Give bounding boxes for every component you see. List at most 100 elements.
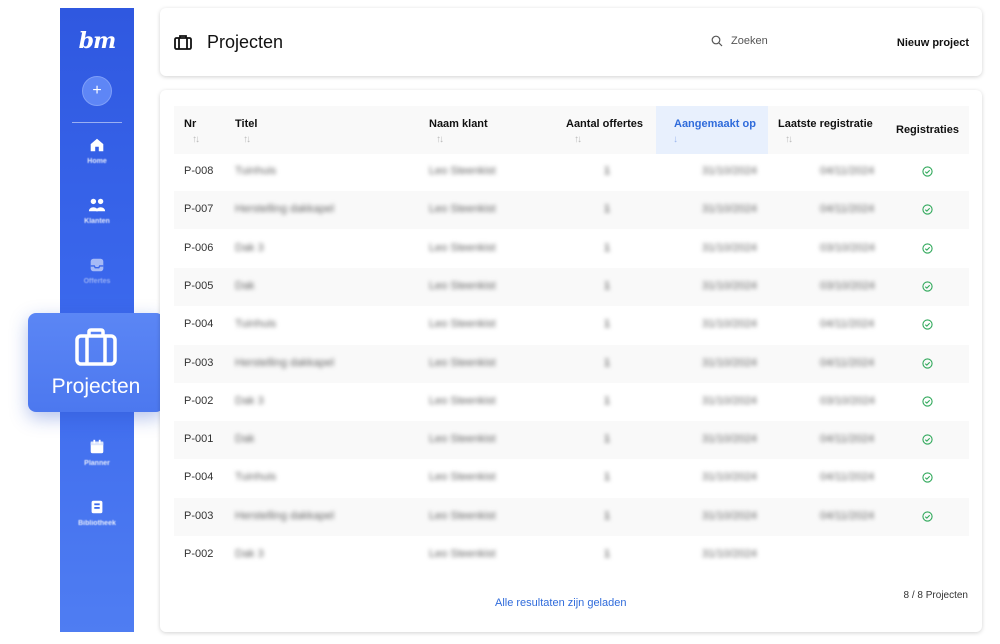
check-circle-icon xyxy=(922,511,933,522)
sidebar-item-planner[interactable]: Planner xyxy=(60,438,134,467)
sort-icon[interactable]: ↑↓ xyxy=(243,134,251,145)
search-icon xyxy=(711,35,723,47)
cell-nr: P-004 xyxy=(184,318,214,331)
cell-aantal-offertes: 1 xyxy=(604,279,611,292)
briefcase-icon xyxy=(174,35,192,50)
check-circle-icon xyxy=(922,319,933,330)
book-icon xyxy=(91,500,103,514)
result-count: 8 / 8 Projecten xyxy=(903,590,968,601)
table-row[interactable]: P-004 Tuinhuis Leo Steenkist 1 31/10/2024 04/… xyxy=(174,459,969,497)
cell-laatste-registratie: 04/11/2024 xyxy=(820,509,875,522)
briefcase-icon xyxy=(75,327,117,366)
table-row[interactable]: P-008 Tuinhuis Leo Steenkist 1 31/10/2024 04/… xyxy=(174,153,969,191)
table-row[interactable]: P-003 Herstelling dakkapel Leo Steenkist 1 3… xyxy=(174,344,969,383)
cell-aantal-offertes: 1 xyxy=(604,509,611,522)
column-header-naam-klant[interactable]: Naam klant ↑↓ xyxy=(419,106,554,154)
footer-message: Alle resultaten zijn geladen xyxy=(495,597,627,609)
sort-icon[interactable]: ↑↓ xyxy=(574,134,582,145)
sidebar-item-label: Home xyxy=(87,158,107,165)
sort-icon[interactable]: ↑↓ xyxy=(785,134,793,145)
table-row[interactable]: P-006 Dak 3 Leo Steenkist 1 31/10/2024 03/10/… xyxy=(174,230,969,268)
table-row[interactable]: P-007 Herstelling dakkapel Leo Steenkist 1 3… xyxy=(174,191,969,230)
page-title: Projecten xyxy=(207,32,284,52)
sidebar-item-home[interactable]: Home xyxy=(60,136,134,165)
sort-icon[interactable]: ↓ xyxy=(673,134,678,145)
sidebar-item-klanten[interactable]: Klanten xyxy=(60,196,134,225)
home-icon xyxy=(90,138,104,152)
page-header: Projecten Nieuw project xyxy=(160,8,982,76)
cell-aangemaakt-op: 31/10/2024 xyxy=(702,318,758,331)
cell-nr: P-001 xyxy=(184,433,214,446)
cell-naam-klant: Leo Steenkist xyxy=(429,433,496,446)
sidebar-item-bibliotheek[interactable]: Bibliotheek xyxy=(60,498,134,527)
cell-nr: P-002 xyxy=(184,548,214,560)
sidebar-item-projecten[interactable]: Projecten xyxy=(28,313,164,412)
cell-titel: Herstelling dakkapel xyxy=(235,356,335,369)
cell-aangemaakt-op: 31/10/2024 xyxy=(702,509,758,522)
projects-table: Nr ↑↓ Titel ↑↓ Naam klant ↑↓ Aantal offe… xyxy=(160,90,982,632)
cell-titel: Dak 3 xyxy=(235,241,264,254)
users-icon xyxy=(88,198,106,212)
sidebar-divider xyxy=(72,122,122,123)
cell-naam-klant: Leo Steenkist xyxy=(429,471,496,484)
column-header-laatste-registratie[interactable]: Laatste registratie ↑↓ xyxy=(768,106,886,154)
table-row[interactable]: P-001 Dak Leo Steenkist 1 31/10/2024 04/11/20… xyxy=(174,421,969,460)
sidebar-item-label: Bibliotheek xyxy=(78,520,116,527)
cell-laatste-registratie: 04/11/2024 xyxy=(820,471,875,484)
cell-laatste-registratie: 03/10/2024 xyxy=(820,394,876,407)
cell-naam-klant: Leo Steenkist xyxy=(429,394,496,407)
cell-aantal-offertes: 1 xyxy=(604,394,611,407)
cell-nr: P-003 xyxy=(184,509,214,522)
cell-naam-klant: Leo Steenkist xyxy=(429,203,496,216)
cell-aangemaakt-op: 31/10/2024 xyxy=(702,241,758,254)
cell-aantal-offertes: 1 xyxy=(604,356,611,369)
table-row[interactable]: P-005 Dak Leo Steenkist 1 31/10/2024 03/10/20… xyxy=(174,267,969,306)
sidebar-active-label: Projecten xyxy=(51,374,141,398)
cell-titel: Tuinhuis xyxy=(235,471,277,484)
cell-aantal-offertes: 1 xyxy=(604,203,611,216)
table-header: Nr ↑↓ Titel ↑↓ Naam klant ↑↓ Aantal offe… xyxy=(174,106,969,154)
cell-aangemaakt-op: 31/10/2024 xyxy=(702,279,758,292)
check-circle-icon xyxy=(922,396,933,407)
check-circle-icon xyxy=(922,204,933,215)
sort-icon[interactable]: ↑↓ xyxy=(436,134,444,145)
cell-titel: Tuinhuis xyxy=(235,165,277,177)
logo: bm xyxy=(78,28,117,54)
column-label: Nr xyxy=(184,118,197,130)
column-label: Aangemaakt op xyxy=(674,118,756,130)
cell-naam-klant: Leo Steenkist xyxy=(429,548,496,560)
search-input[interactable] xyxy=(731,35,821,47)
table-row[interactable]: P-003 Herstelling dakkapel Leo Steenkist 1 3… xyxy=(174,497,969,536)
new-project-button[interactable]: Nieuw project xyxy=(897,37,969,49)
column-header-aangemaakt-op[interactable]: Aangemaakt op ↓ xyxy=(656,106,768,154)
check-circle-icon xyxy=(922,357,933,369)
cell-titel: Dak xyxy=(235,279,255,292)
column-header-registraties: Registraties xyxy=(886,106,969,154)
cell-aantal-offertes: 1 xyxy=(604,241,611,254)
table-row[interactable]: P-002 Dak 3 Leo Steenkist 1 31/10/2024 03/10/… xyxy=(174,383,969,421)
cell-nr: P-007 xyxy=(184,203,214,216)
sidebar-item-label: Klanten xyxy=(84,218,110,225)
inbox-icon xyxy=(90,258,104,272)
cell-aantal-offertes: 1 xyxy=(604,471,611,484)
column-header-aantal-offertes[interactable]: Aantal offertes ↑↓ xyxy=(554,106,654,154)
cell-naam-klant: Leo Steenkist xyxy=(429,509,496,522)
add-button[interactable]: + xyxy=(82,76,112,106)
search-bar[interactable] xyxy=(711,35,821,47)
check-circle-icon xyxy=(922,472,933,484)
cell-naam-klant: Leo Steenkist xyxy=(429,356,496,369)
column-header-nr[interactable]: Nr ↑↓ xyxy=(174,106,224,154)
cell-aantal-offertes: 1 xyxy=(604,433,611,446)
column-header-titel[interactable]: Titel ↑↓ xyxy=(224,106,419,154)
check-circle-icon xyxy=(922,281,933,292)
cell-aangemaakt-op: 31/10/2024 xyxy=(702,394,758,407)
cell-aantal-offertes: 1 xyxy=(604,318,611,331)
cell-nr: P-006 xyxy=(184,241,214,254)
table-row[interactable]: P-004 Tuinhuis Leo Steenkist 1 31/10/2024 04/… xyxy=(174,306,969,344)
table-row[interactable]: P-002 Dak 3 Leo Steenkist 1 31/10/2024 xyxy=(174,536,969,574)
sidebar-item-label: Offertes xyxy=(83,278,111,285)
check-circle-icon xyxy=(922,434,933,445)
sort-icon[interactable]: ↑↓ xyxy=(192,134,200,145)
sidebar-item-offertes[interactable]: Offertes xyxy=(60,256,134,285)
calendar-icon xyxy=(90,439,104,454)
